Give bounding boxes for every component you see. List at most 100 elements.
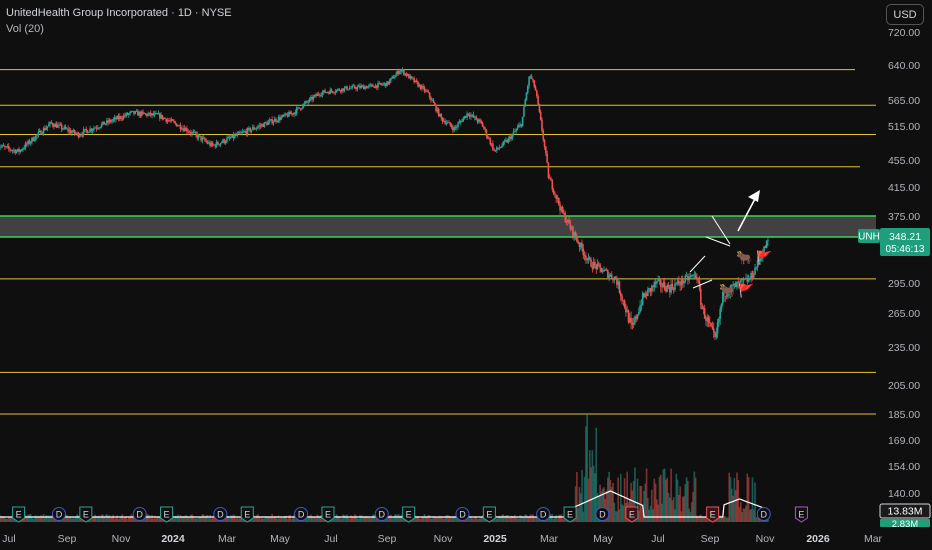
candle-body (599, 264, 601, 268)
candle-body (430, 97, 432, 101)
y-axis-tick-label: 565.00 (888, 95, 920, 107)
event-marker-label: E (325, 510, 331, 520)
candle-body (276, 121, 279, 123)
candle-body (257, 126, 259, 128)
last-price-label: 348.21 (889, 231, 921, 243)
candle-body (91, 129, 94, 131)
candle-body (537, 96, 539, 105)
candle-body (521, 116, 524, 127)
candle-body (29, 141, 32, 144)
x-axis-tick-label: 2024 (161, 533, 185, 545)
candle-body (524, 100, 527, 107)
candle-body (610, 274, 613, 279)
candle-body (481, 122, 484, 127)
candle-body (716, 322, 719, 334)
candle-body (320, 95, 322, 96)
y-axis-tick-label: 455.00 (888, 155, 920, 167)
event-marker-label: E (164, 510, 170, 520)
candle-body (530, 76, 533, 79)
candle-body (517, 125, 520, 128)
candle-body (675, 283, 678, 285)
candle-body (450, 125, 453, 128)
candle-body (9, 148, 11, 150)
candle-body (50, 122, 53, 124)
candle-body (502, 141, 505, 146)
event-marker-label: D (540, 510, 547, 520)
y-axis-tick-label: 415.00 (888, 182, 920, 194)
event-marker-label: E (567, 510, 573, 520)
bull-icon: 🐂 (736, 250, 752, 265)
candle-body (485, 129, 488, 137)
event-marker-label: E (244, 510, 250, 520)
candle-body (308, 98, 311, 102)
x-axis-tick-label: Nov (434, 533, 453, 545)
candle-body (205, 140, 208, 142)
candle-body (415, 80, 418, 82)
candle-body (594, 261, 596, 265)
candle-body (347, 89, 350, 91)
candle-body (410, 76, 413, 78)
candle-body (395, 74, 397, 77)
candle-body (719, 309, 721, 319)
candle-body (226, 138, 228, 142)
candle-body (303, 103, 306, 105)
candle-body (743, 278, 746, 280)
candle-body (295, 108, 298, 114)
candle-body (82, 129, 85, 136)
candle-body (621, 296, 623, 301)
y-axis-tick-label: 640.00 (888, 60, 920, 72)
candle-body (720, 303, 723, 310)
x-axis-tick-label: Mar (540, 533, 559, 545)
candle-body (710, 323, 712, 327)
candle-body (489, 138, 492, 145)
candle-body (317, 93, 320, 95)
candle-body (426, 90, 428, 92)
candle-body (186, 128, 188, 132)
event-marker-label: E (798, 510, 804, 520)
event-marker-label: E (629, 510, 635, 520)
candle-body (71, 132, 73, 134)
candle-body (399, 71, 401, 74)
candle-body (335, 89, 338, 92)
candle-body (574, 232, 577, 238)
x-axis-tick-label: Sep (701, 533, 720, 545)
candle-body (499, 147, 502, 148)
candle-body (539, 111, 542, 120)
candle-body (557, 198, 560, 205)
candle-body (484, 128, 486, 130)
candle-body (667, 284, 670, 288)
price-chart[interactable]: 🐂 🚩🐂 🚩 EDEDEDEDEDEDEDEDEEDE 720.00640.0056… (0, 0, 932, 550)
candle-body (377, 83, 379, 88)
candle-body (220, 142, 223, 144)
candle-body (46, 126, 49, 129)
x-axis-tick-label: Mar (864, 533, 883, 545)
candle-body (366, 86, 369, 89)
candle-body (199, 135, 201, 137)
candle-body (36, 134, 38, 136)
candle-body (87, 132, 90, 134)
candle-body (302, 104, 304, 109)
candle-body (298, 107, 301, 109)
candle-body (120, 116, 122, 119)
candle-body (467, 113, 470, 115)
candle-body (2, 145, 5, 147)
candle-body (64, 126, 67, 129)
volume-tag-label: 13.83M (887, 506, 922, 518)
candle-body (307, 101, 310, 103)
candle-body (432, 100, 435, 103)
candle-body (480, 120, 483, 123)
event-marker-label: E (406, 510, 412, 520)
event-marker-label: D (217, 510, 224, 520)
candle-body (543, 139, 546, 147)
currency-button[interactable]: USD (886, 4, 924, 25)
volume-indicator-label[interactable]: Vol (20) (6, 23, 44, 35)
candle-body (511, 134, 514, 140)
candle-body (393, 76, 396, 79)
candle-body (236, 133, 239, 136)
candle-body (684, 275, 687, 282)
candle-body (422, 86, 424, 88)
candle-body (332, 91, 334, 93)
candle-body (568, 219, 570, 224)
candle-body (272, 121, 275, 124)
event-marker-label: E (486, 510, 492, 520)
